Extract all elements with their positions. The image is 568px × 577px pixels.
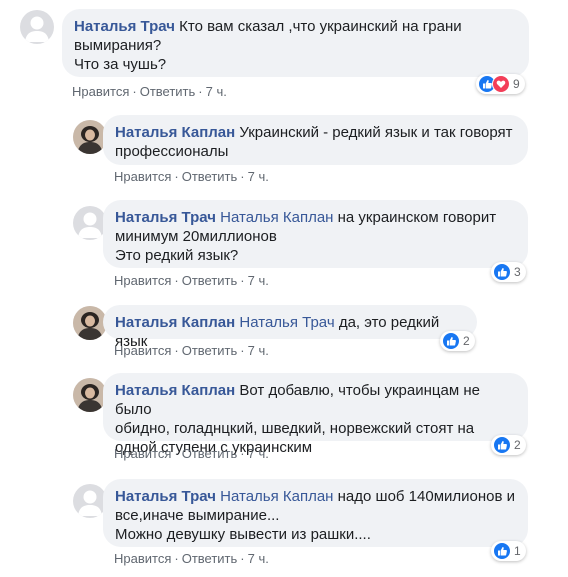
reply-button[interactable]: Ответить — [140, 84, 196, 99]
comment-text: Можно девушку вывести из рашки.... — [115, 526, 371, 543]
reaction-count: 3 — [514, 265, 521, 279]
reply-button[interactable]: Ответить — [182, 551, 238, 566]
reaction-summary[interactable]: 1 — [491, 541, 526, 561]
reaction-count: 2 — [463, 334, 470, 348]
like-button[interactable]: Нравится — [114, 551, 171, 566]
reaction-count: 2 — [514, 438, 521, 452]
like-icon — [493, 263, 511, 281]
comment-actions: Нравится · Ответить · 7 ч. — [114, 446, 269, 461]
comment-text: Кто вам сказал ,что украинский на грани — [179, 18, 462, 35]
comment-text: все,иначе вымирание... — [115, 507, 280, 524]
reply-button[interactable]: Ответить — [182, 169, 238, 184]
reaction-count: 1 — [514, 544, 521, 558]
like-button[interactable]: Нравится — [114, 446, 171, 461]
like-button[interactable]: Нравится — [114, 273, 171, 288]
author-name[interactable]: Наталья Трач — [74, 18, 175, 35]
author-name[interactable]: Наталья Трач — [115, 209, 216, 226]
reaction-summary[interactable]: 2 — [440, 331, 475, 351]
comment-text: минимум 20миллионов — [115, 228, 277, 245]
profile-photo-icon — [73, 120, 107, 154]
author-name[interactable]: Наталья Каплан — [115, 382, 235, 399]
reply-button[interactable]: Ответить — [182, 273, 238, 288]
comment-actions: Нравится · Ответить · 7 ч. — [114, 273, 269, 288]
author-name[interactable]: Наталья Каплан — [115, 314, 235, 331]
comment-bubble: Наталья Трач Наталья Каплан надо шоб 140… — [103, 479, 528, 547]
comment-bubble: Наталья Каплан Украинский - редкий язык … — [103, 115, 528, 165]
comment-actions: Нравится · Ответить · 7 ч. — [114, 169, 269, 184]
comment-text: обидно, голаднцкий, шведкий, норвежский … — [115, 420, 475, 437]
mention-link[interactable]: Наталья Каплан — [220, 209, 333, 226]
comment-text: вымирания? — [74, 37, 162, 54]
author-name[interactable]: Наталья Трач — [115, 488, 216, 505]
like-icon — [493, 436, 511, 454]
reaction-summary[interactable]: 2 — [491, 435, 526, 455]
like-icon — [442, 332, 460, 350]
comment-actions: Нравится · Ответить · 7 ч. — [114, 343, 269, 358]
like-button[interactable]: Нравится — [114, 169, 171, 184]
comment-actions: Нравится · Ответить · 7 ч. — [114, 551, 269, 566]
avatar[interactable] — [73, 484, 107, 518]
timestamp[interactable]: 7 ч. — [248, 446, 269, 461]
reaction-summary[interactable]: 3 — [491, 262, 526, 282]
timestamp[interactable]: 7 ч. — [248, 273, 269, 288]
avatar[interactable] — [73, 306, 107, 340]
like-icon — [493, 542, 511, 560]
timestamp[interactable]: 7 ч. — [248, 551, 269, 566]
reaction-count: 9 — [513, 77, 520, 91]
comment-text: Это редкий язык? — [115, 247, 239, 264]
author-name[interactable]: Наталья Каплан — [115, 124, 235, 141]
love-icon — [492, 75, 510, 93]
default-avatar-icon — [25, 16, 49, 42]
timestamp[interactable]: 7 ч. — [248, 343, 269, 358]
default-avatar-icon — [78, 490, 102, 516]
comment-bubble: Наталья Каплан Вот добавлю, чтобы украин… — [103, 373, 528, 456]
comment-bubble: Наталья Каплан Наталья Трач да, это редк… — [103, 305, 477, 350]
mention-link[interactable]: Наталья Трач — [239, 314, 334, 331]
reply-button[interactable]: Ответить — [182, 343, 238, 358]
like-button[interactable]: Нравится — [72, 84, 129, 99]
mention-link[interactable]: Наталья Каплан — [220, 488, 333, 505]
comment-bubble: Наталья Трач Кто вам сказал ,что украинс… — [62, 9, 529, 77]
comment-text: надо шоб 140милионов и — [337, 488, 515, 505]
reply-button[interactable]: Ответить — [182, 446, 238, 461]
comment-bubble: Наталья Трач Наталья Каплан на украинско… — [103, 200, 528, 268]
comment-text: Украинский - редкий язык и так говорят — [239, 124, 513, 141]
avatar[interactable] — [73, 120, 107, 154]
avatar[interactable] — [73, 378, 107, 412]
timestamp[interactable]: 7 ч. — [206, 84, 227, 99]
profile-photo-icon — [73, 306, 107, 340]
comment-text: Что за чушь? — [74, 56, 167, 73]
comment-text: профессионалы — [115, 143, 229, 160]
avatar[interactable] — [20, 10, 54, 44]
profile-photo-icon — [73, 378, 107, 412]
default-avatar-icon — [78, 212, 102, 238]
like-button[interactable]: Нравится — [114, 343, 171, 358]
comment-text: на украинском говорит — [337, 209, 497, 226]
avatar[interactable] — [73, 206, 107, 240]
reaction-summary[interactable]: 9 — [476, 74, 525, 94]
timestamp[interactable]: 7 ч. — [248, 169, 269, 184]
comment-actions: Нравится · Ответить · 7 ч. — [72, 84, 227, 99]
